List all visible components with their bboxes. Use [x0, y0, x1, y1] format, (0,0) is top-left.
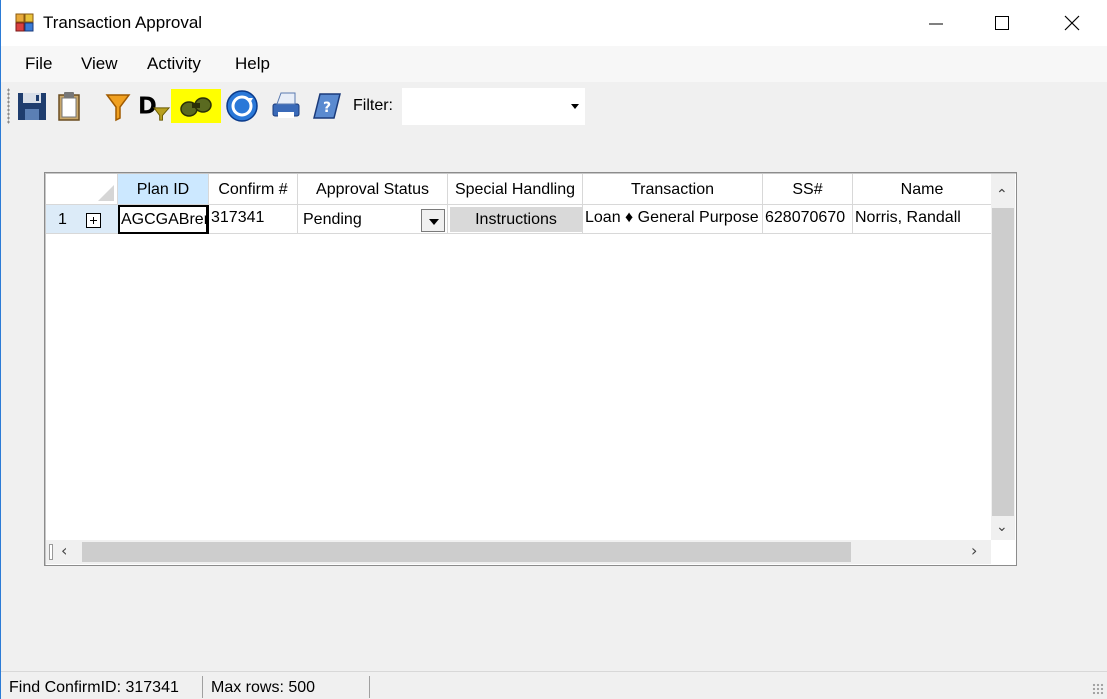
transaction-grid[interactable]: Plan ID Confirm # Approval Status Specia…	[44, 172, 1017, 566]
close-button[interactable]	[1049, 0, 1095, 46]
menu-activity[interactable]: Activity	[147, 54, 201, 74]
horizontal-scrollbar[interactable]: ‹ ›	[46, 540, 991, 564]
column-header-special-handling[interactable]: Special Handling	[448, 174, 583, 205]
column-header-confirm[interactable]: Confirm #	[209, 174, 298, 205]
menu-help[interactable]: Help	[235, 54, 270, 74]
column-header-approval-status[interactable]: Approval Status	[298, 174, 448, 205]
vertical-scroll-thumb[interactable]	[992, 208, 1014, 516]
column-header-ssn[interactable]: SS#	[763, 174, 853, 205]
status-find-confirm: Find ConfirmID: 317341	[9, 679, 179, 696]
app-icon	[15, 13, 35, 33]
row-number: 1	[58, 211, 67, 228]
instructions-button[interactable]: Instructions	[450, 207, 582, 232]
cell-special-handling: Instructions	[448, 205, 583, 234]
scroll-up-icon[interactable]: ⌃	[996, 188, 1008, 202]
minimize-button[interactable]	[913, 0, 959, 46]
help-book-icon[interactable]: ?	[311, 89, 345, 123]
status-separator	[369, 676, 370, 698]
cell-confirm[interactable]: 317341	[209, 205, 298, 234]
scroll-down-icon[interactable]: ⌄	[996, 520, 1008, 534]
scroll-corner	[991, 540, 1015, 564]
filter-label: Filter:	[353, 97, 393, 114]
d-filter-icon[interactable]: D	[137, 89, 171, 123]
expand-plus-icon[interactable]	[86, 213, 101, 228]
binoculars-icon[interactable]	[171, 89, 221, 123]
svg-text:?: ?	[323, 100, 331, 116]
split-handle[interactable]	[49, 544, 53, 560]
status-separator	[202, 676, 203, 698]
column-header-name[interactable]: Name	[853, 174, 991, 205]
column-header-transaction[interactable]: Transaction	[583, 174, 763, 205]
title-bar[interactable]: Transaction Approval	[1, 0, 1107, 46]
cell-plan-id[interactable]: AGCGABren	[118, 205, 209, 234]
cell-approval-status[interactable]: Pending	[298, 205, 448, 234]
chevron-down-icon	[571, 104, 579, 109]
window-title: Transaction Approval	[43, 13, 203, 32]
horizontal-scroll-thumb[interactable]	[82, 542, 851, 562]
toolbar: D ? Filter:	[1, 82, 1107, 130]
refresh-icon[interactable]	[225, 89, 259, 123]
minimize-icon	[929, 23, 943, 25]
cell-name[interactable]: Norris, Randall	[853, 205, 991, 234]
toolbar-grip[interactable]	[7, 88, 10, 124]
cell-ssn[interactable]: 628070670	[763, 205, 853, 234]
scroll-right-icon[interactable]: ›	[971, 543, 977, 559]
grid-corner-header[interactable]	[46, 174, 118, 205]
svg-text:D: D	[138, 94, 157, 120]
print-icon[interactable]	[269, 89, 303, 123]
maximize-button[interactable]	[979, 0, 1025, 46]
row-header[interactable]: 1	[46, 205, 118, 234]
approval-status-value: Pending	[303, 211, 362, 228]
select-all-triangle-icon	[98, 185, 114, 201]
clipboard-icon[interactable]	[51, 89, 85, 123]
menu-view[interactable]: View	[81, 54, 118, 74]
status-bar: Find ConfirmID: 317341 Max rows: 500	[1, 671, 1107, 699]
close-icon	[1064, 15, 1080, 31]
filter-dropdown[interactable]	[402, 88, 585, 125]
status-max-rows: Max rows: 500	[211, 679, 316, 696]
menu-bar: File View Activity Help	[1, 46, 1107, 82]
chevron-down-icon	[429, 219, 439, 225]
save-icon[interactable]	[15, 89, 49, 123]
scroll-left-icon[interactable]: ‹	[61, 543, 67, 559]
filter-funnel-icon[interactable]	[101, 89, 135, 123]
menu-file[interactable]: File	[25, 54, 52, 74]
column-header-plan-id[interactable]: Plan ID	[118, 174, 209, 205]
resize-grip-icon[interactable]	[1092, 683, 1104, 695]
maximize-icon	[995, 16, 1009, 30]
cell-transaction[interactable]: Loan ♦ General Purpose	[583, 205, 763, 234]
vertical-scrollbar[interactable]: ⌃ ⌄	[991, 174, 1015, 541]
approval-status-dropdown-button[interactable]	[421, 209, 445, 232]
transaction-approval-window: Transaction Approval File View Activity …	[0, 0, 1107, 699]
